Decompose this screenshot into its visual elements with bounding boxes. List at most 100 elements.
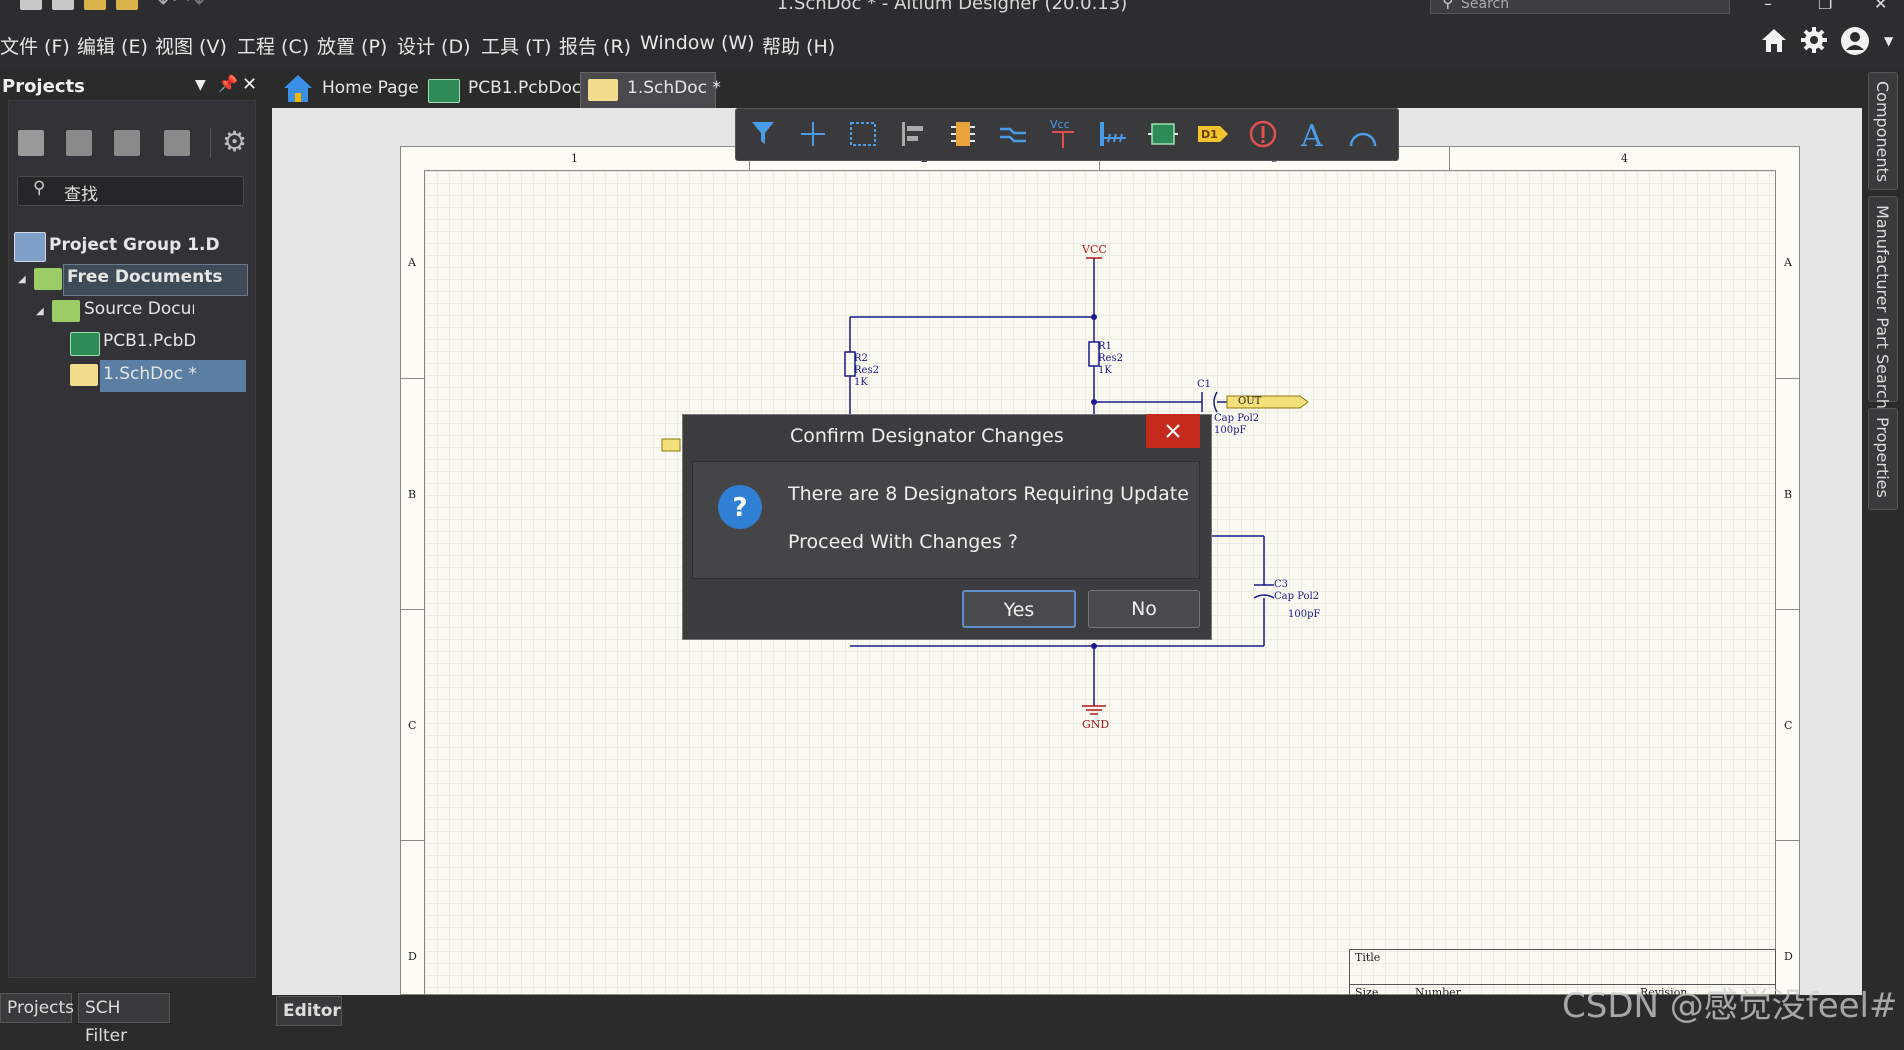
yes-button[interactable]: Yes bbox=[962, 590, 1076, 628]
panel-menu-icon[interactable]: ▼ bbox=[195, 77, 206, 93]
properties-tab-label: Properties bbox=[1873, 417, 1892, 498]
properties-panel-tab[interactable]: Properties bbox=[1868, 408, 1898, 510]
vcc-label: VCC bbox=[1082, 243, 1107, 256]
place-wire-icon[interactable] bbox=[996, 118, 1030, 150]
tab-schematic-document[interactable]: 1.SchDoc * bbox=[627, 70, 721, 106]
gnd-power-port bbox=[1082, 705, 1106, 715]
user-account-icon[interactable] bbox=[1840, 26, 1870, 60]
zone-divider bbox=[1449, 146, 1450, 170]
collapse-arrow-icon[interactable]: ◢ bbox=[18, 274, 26, 285]
capacitor-c3 bbox=[1253, 584, 1275, 599]
place-net-label-icon[interactable]: D1 bbox=[1196, 118, 1230, 150]
menu-help[interactable]: 帮助 (H) bbox=[762, 32, 835, 59]
tree-source-documents[interactable]: Source Docum bbox=[84, 299, 194, 319]
menu-file[interactable]: 文件 (F) bbox=[0, 32, 70, 59]
zone-divider bbox=[1776, 609, 1800, 610]
menu-tools[interactable]: 工具 (T) bbox=[481, 32, 551, 59]
tab-pcb-document[interactable]: PCB1.PcbDoc bbox=[468, 70, 581, 106]
collapse-arrow-icon[interactable]: ◢ bbox=[36, 306, 44, 317]
project-options-icon[interactable] bbox=[164, 130, 190, 156]
global-search-input[interactable]: Search bbox=[1430, 0, 1730, 14]
place-text-icon[interactable]: A bbox=[1296, 118, 1330, 154]
place-part-icon[interactable] bbox=[946, 118, 980, 150]
zone-divider bbox=[1776, 840, 1800, 841]
menu-window[interactable]: Window (W) bbox=[640, 32, 755, 54]
r2-comment: Res2 bbox=[854, 365, 879, 376]
menu-view[interactable]: 视图 (V) bbox=[155, 32, 227, 59]
c1-designator: C1 bbox=[1197, 379, 1212, 390]
dialog-close-button[interactable] bbox=[1146, 414, 1200, 448]
folder-icon bbox=[52, 300, 80, 322]
r1-designator: R1 bbox=[1098, 341, 1112, 352]
schematic-document-icon bbox=[70, 364, 98, 386]
save-project-icon[interactable] bbox=[18, 130, 44, 156]
home-icon[interactable] bbox=[1760, 26, 1788, 58]
manufacturer-part-search-tab[interactable]: Manufacturer Part Search bbox=[1868, 196, 1898, 409]
tree-pcb-document[interactable]: PCB1.PcbDc bbox=[103, 331, 195, 351]
tree-project-group[interactable]: Project Group 1.D bbox=[49, 235, 220, 255]
bottom-tab-editor[interactable]: Editor bbox=[276, 996, 342, 1026]
search-icon: ⚲ bbox=[1442, 0, 1454, 11]
project-group-icon bbox=[14, 232, 46, 262]
filter-icon[interactable] bbox=[746, 118, 780, 150]
svg-text:Vcc: Vcc bbox=[1050, 118, 1070, 131]
menu-place[interactable]: 放置 (P) bbox=[317, 32, 387, 59]
dialog-question: Proceed With Changes ? bbox=[788, 531, 1019, 553]
zone-divider bbox=[1776, 378, 1800, 379]
minimize-icon[interactable]: – bbox=[1764, 0, 1772, 13]
question-icon: ? bbox=[716, 483, 764, 535]
copy-project-icon[interactable] bbox=[66, 130, 92, 156]
pcb-document-icon bbox=[70, 332, 100, 356]
r2-designator: R2 bbox=[854, 353, 868, 364]
tree-schematic-document[interactable]: 1.SchDoc * bbox=[103, 364, 197, 384]
menu-project[interactable]: 工程 (C) bbox=[237, 32, 309, 59]
search-icon: ⚲ bbox=[33, 178, 46, 198]
place-bus-icon[interactable] bbox=[1096, 118, 1130, 150]
pcb-document-icon bbox=[428, 79, 460, 103]
panel-title: Projects bbox=[2, 76, 85, 97]
home-page-icon bbox=[282, 72, 314, 108]
menu-reports[interactable]: 报告 (R) bbox=[559, 32, 631, 59]
project-search-input[interactable] bbox=[17, 176, 244, 206]
close-icon bbox=[1166, 424, 1180, 438]
r1-comment: Res2 bbox=[1098, 353, 1123, 364]
zone-column-label: 1 bbox=[571, 152, 578, 165]
zone-divider bbox=[400, 378, 424, 379]
menu-design[interactable]: 设计 (D) bbox=[397, 32, 471, 59]
restore-icon[interactable]: ❐ bbox=[1818, 0, 1832, 13]
dialog-title: Confirm Designator Changes bbox=[790, 425, 1064, 447]
zone-row-label: D bbox=[408, 950, 417, 963]
place-directive-icon[interactable] bbox=[1246, 118, 1280, 150]
input-port bbox=[661, 438, 681, 452]
components-panel-tab[interactable]: Components bbox=[1868, 72, 1898, 190]
place-arc-icon[interactable] bbox=[1346, 118, 1380, 150]
zone-row-label: A bbox=[1784, 256, 1792, 269]
align-icon[interactable] bbox=[896, 118, 930, 150]
tree-free-documents[interactable]: Free Documents bbox=[67, 267, 242, 287]
chevron-down-icon[interactable]: ▼ bbox=[1884, 34, 1893, 48]
zone-divider bbox=[400, 840, 424, 841]
place-sheet-symbol-icon[interactable] bbox=[1146, 118, 1180, 150]
bottom-tab-sch-filter[interactable]: SCH Filter bbox=[78, 993, 170, 1046]
open-folder-icon[interactable] bbox=[114, 130, 140, 156]
c3-designator: C3 bbox=[1274, 579, 1289, 590]
gear-icon[interactable] bbox=[1800, 26, 1828, 58]
folder-icon bbox=[34, 268, 62, 290]
pin-icon[interactable]: 📌 bbox=[218, 74, 238, 93]
gnd-label: GND bbox=[1082, 718, 1110, 731]
title-block-number: Number bbox=[1415, 986, 1461, 999]
tab-home-page[interactable]: Home Page bbox=[322, 70, 419, 106]
menu-edit[interactable]: 编辑 (E) bbox=[77, 32, 148, 59]
bottom-tab-projects[interactable]: Projects bbox=[0, 993, 74, 1023]
no-button[interactable]: No bbox=[1088, 590, 1200, 628]
zone-row-label: D bbox=[1784, 950, 1793, 963]
out-port-label: OUT bbox=[1238, 396, 1262, 407]
select-area-icon[interactable] bbox=[846, 118, 880, 150]
panel-settings-gear-icon[interactable]: ⚙ bbox=[222, 128, 247, 156]
c3-comment: Cap Pol2 bbox=[1274, 591, 1320, 602]
close-window-icon[interactable]: ✕ bbox=[1874, 0, 1887, 13]
move-crosshair-icon[interactable] bbox=[796, 118, 830, 150]
schematic-document-icon bbox=[588, 79, 618, 101]
place-power-port-icon[interactable]: Vcc bbox=[1046, 118, 1080, 150]
panel-close-icon[interactable]: ✕ bbox=[242, 74, 257, 95]
